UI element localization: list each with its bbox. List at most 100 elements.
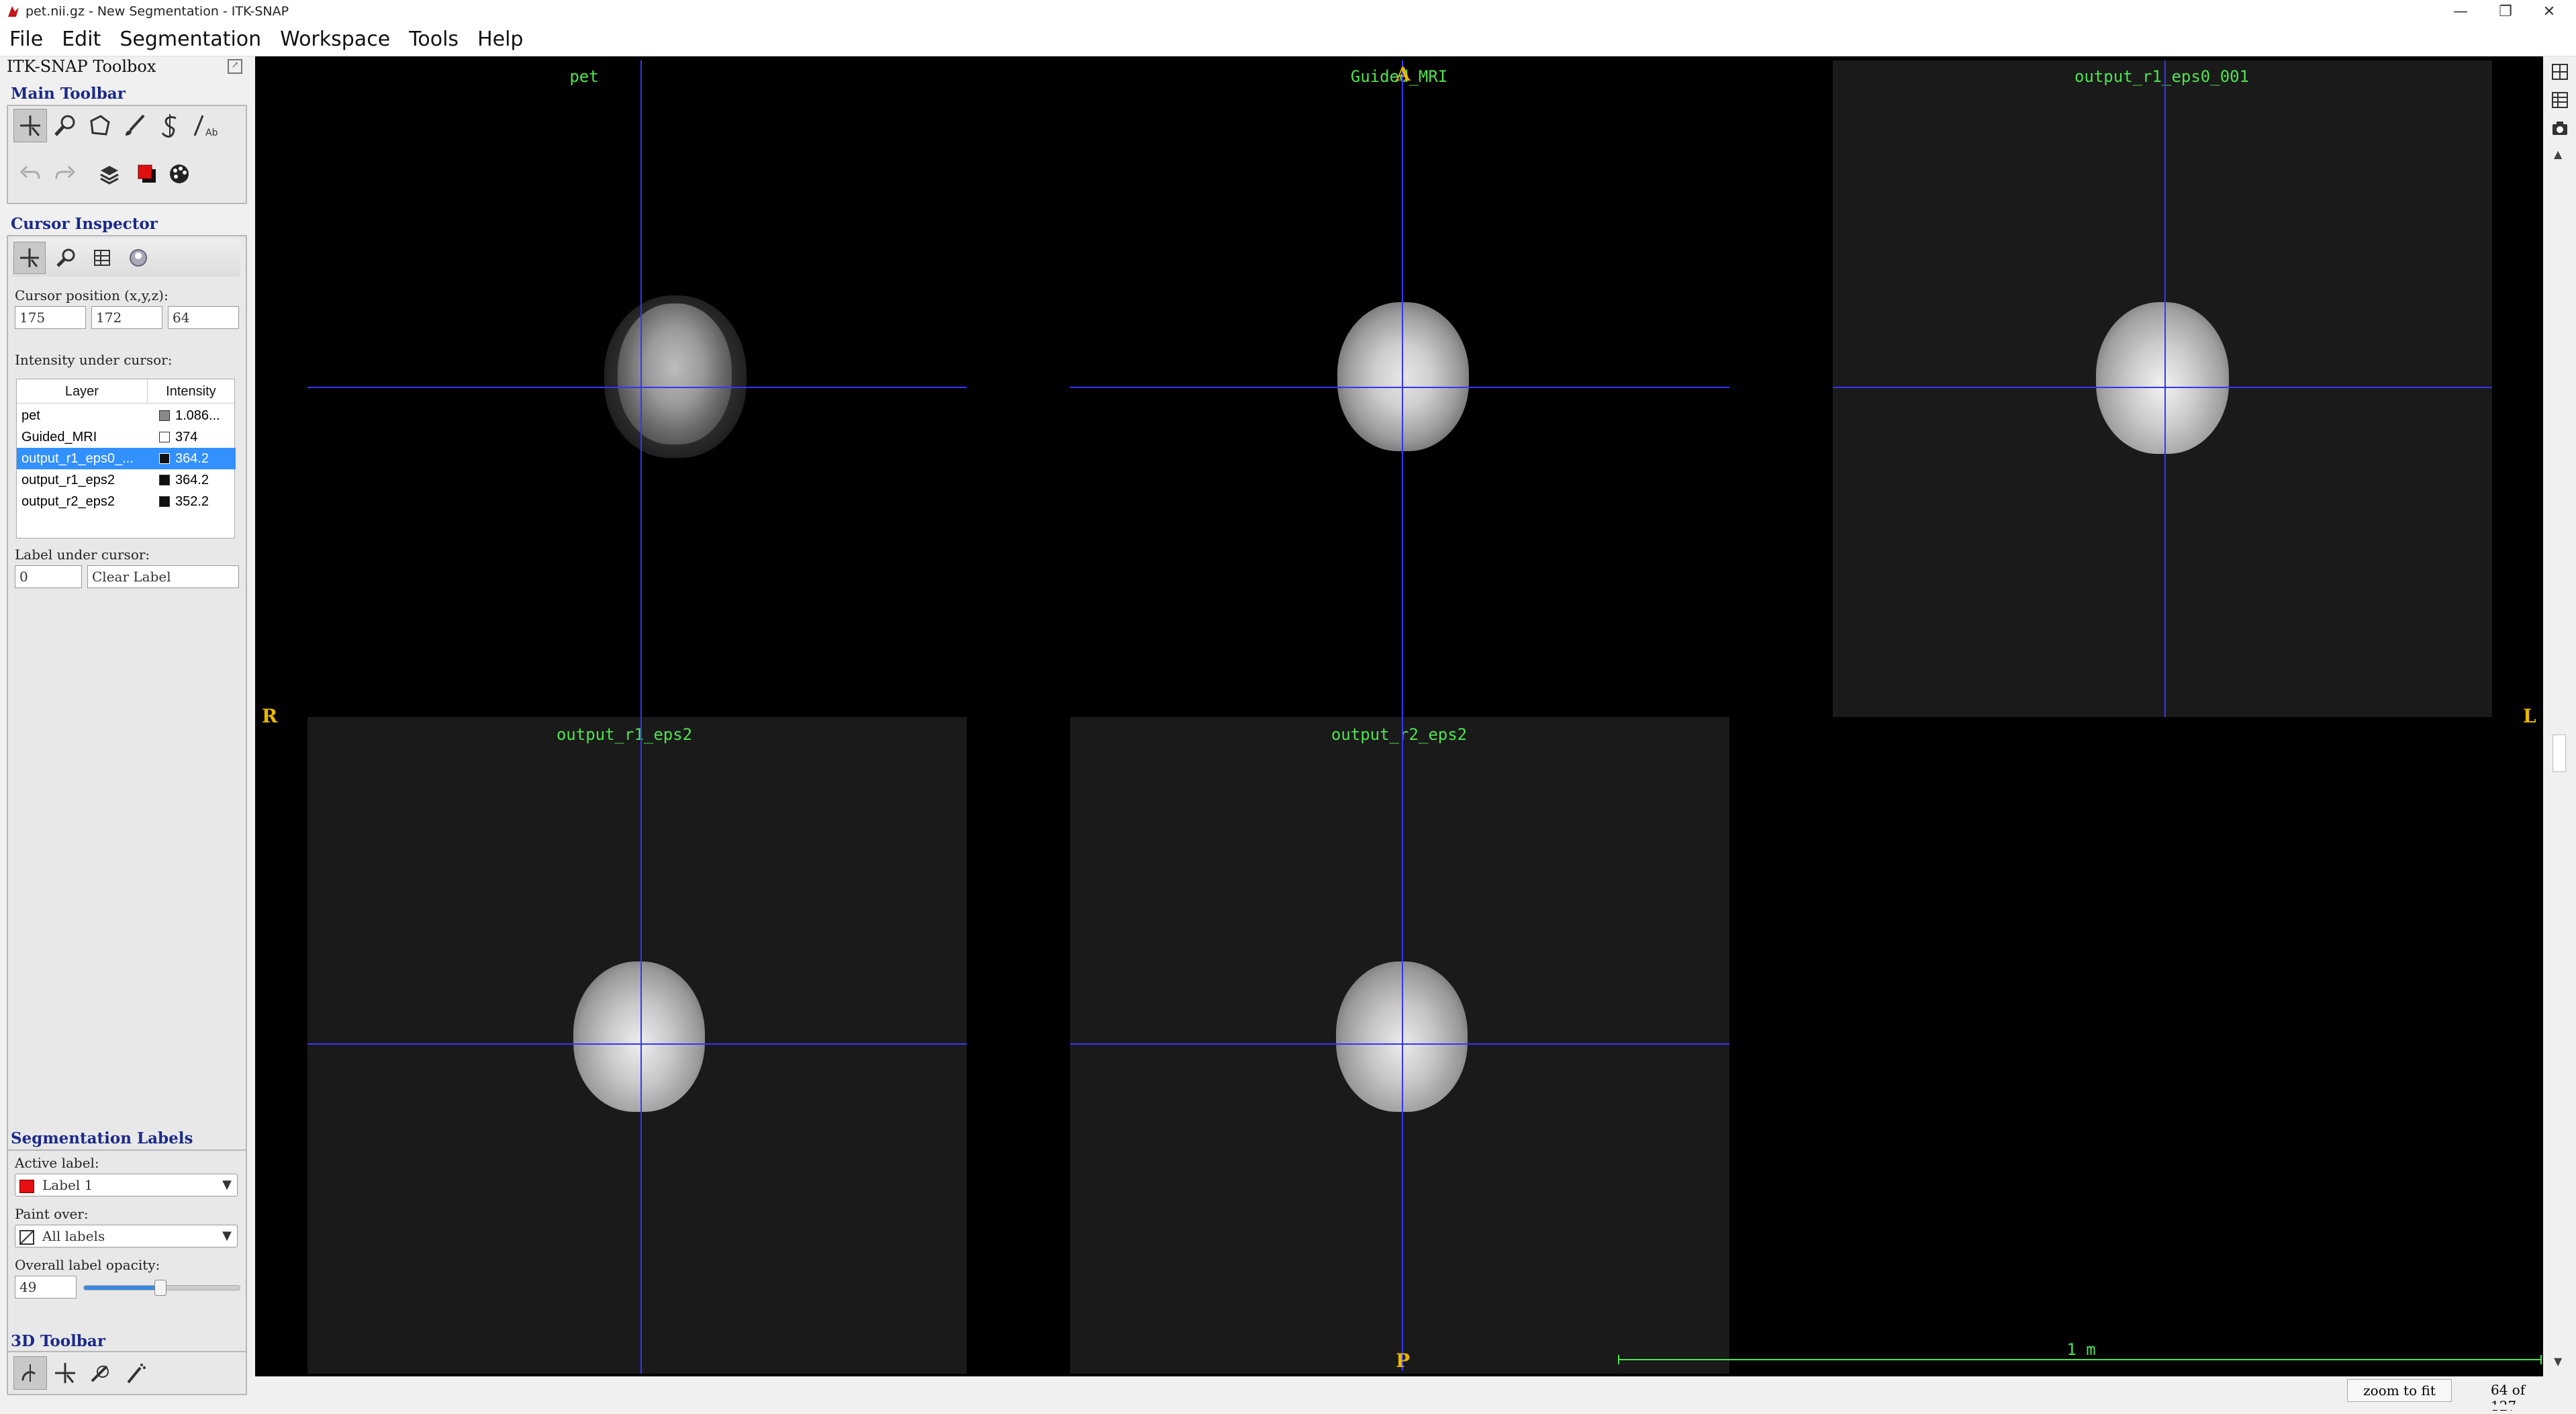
layers-button[interactable] — [93, 157, 126, 191]
camera-icon — [2553, 122, 2567, 135]
zoom-tool-button[interactable] — [48, 109, 82, 142]
paint-over-dropdown[interactable]: All labels ▼ — [15, 1225, 238, 1247]
chevron-down-icon: ▼ — [222, 1229, 232, 1243]
crosshair-horizontal — [307, 1043, 967, 1045]
layer-name: Guided_MRI — [21, 429, 97, 444]
crosshair-tool-button[interactable] — [13, 109, 47, 142]
viewport-pet[interactable] — [307, 60, 967, 717]
menu-workspace[interactable]: Workspace — [271, 23, 399, 56]
scalpel-3d-button[interactable] — [83, 1356, 117, 1390]
viewport-output-r2-eps2[interactable] — [1070, 717, 1729, 1374]
opacity-spinbox[interactable]: 49 — [15, 1276, 77, 1299]
menu-help[interactable]: Help — [468, 23, 532, 56]
toolbar-3d — [7, 1351, 247, 1395]
chevron-down-icon: ▼ — [222, 1178, 232, 1192]
menu-tools[interactable]: Tools — [399, 23, 468, 56]
crosshair-3d-button[interactable] — [48, 1356, 82, 1390]
dock-toggle-button[interactable]: ↗ — [228, 59, 242, 74]
orientation-right: R — [262, 705, 278, 727]
opacity-slider-thumb[interactable] — [154, 1280, 166, 1296]
cursor-position-label: Cursor position (x,y,z): — [15, 287, 169, 303]
scale-bar-tick — [1618, 1355, 1619, 1364]
undo-icon — [19, 165, 40, 179]
layer-name: output_r1_eps2 — [21, 472, 115, 487]
redo-icon — [55, 165, 76, 179]
table-row[interactable]: pet 1.086... — [17, 405, 236, 426]
viewport-output-r1-eps2[interactable] — [307, 717, 967, 1374]
toolbox-title: ITK-SNAP Toolbox — [7, 57, 156, 76]
tab-sync[interactable] — [122, 242, 154, 274]
rotate-3d-button[interactable] — [13, 1356, 47, 1390]
label-color-button[interactable] — [130, 157, 164, 191]
view-label: output_r2_eps2 — [1331, 725, 1468, 744]
layer-intensity: 374 — [175, 429, 198, 444]
menu-bar: File Edit Segmentation Workspace Tools H… — [0, 23, 2576, 56]
label-id-field: 0 — [15, 565, 82, 588]
crosshair-horizontal — [1070, 387, 1729, 388]
window-title: pet.nii.gz - New Segmentation - ITK-SNAP — [26, 4, 289, 19]
spray-3d-button[interactable] — [118, 1356, 152, 1390]
layer-name: output_r1_eps0_... — [21, 451, 134, 466]
annotation-tool-button[interactable]: Ab — [188, 109, 222, 142]
svg-text:Ab: Ab — [205, 128, 218, 138]
right-sidebar: ▲ ▼ — [2543, 56, 2576, 1405]
snake-tool-button[interactable] — [153, 109, 187, 142]
table-row[interactable]: output_r1_eps2 364.2 — [17, 469, 236, 491]
layer-name: output_r2_eps2 — [21, 493, 115, 509]
intensity-column-header: Intensity — [166, 384, 216, 399]
paintbrush-tool-button[interactable] — [118, 109, 152, 142]
slice-views-area[interactable]: pet Guided_MRI output_r1_eps0_001 output… — [255, 56, 2543, 1376]
orientation-anterior: A — [1396, 63, 1411, 85]
opacity-caption: Overall label opacity: — [15, 1257, 160, 1273]
table-row-selected[interactable]: output_r1_eps0_... 364.2 — [17, 448, 236, 469]
viewport-output-r1-eps0-001[interactable] — [1833, 60, 2492, 717]
status-bar: zoom to fit 64 of 127 — [255, 1376, 2543, 1414]
table-layout-button[interactable] — [2551, 91, 2569, 109]
scroll-down-icon[interactable]: ▼ — [2554, 1355, 2562, 1368]
opacity-slider-track[interactable] — [83, 1280, 240, 1296]
crosshair-icon — [20, 115, 40, 136]
segmentation-labels-title: Segmentation Labels — [11, 1129, 193, 1147]
layer-intensity: 364.2 — [175, 451, 209, 466]
crosshair-horizontal — [1833, 387, 2492, 388]
menu-edit[interactable]: Edit — [52, 23, 110, 56]
palette-icon — [170, 164, 189, 183]
cursor-y-field[interactable]: 172 — [91, 306, 162, 329]
layout-button[interactable] — [2551, 63, 2569, 81]
zoom-to-fit-button[interactable]: zoom to fit — [2347, 1379, 2452, 1402]
layer-intensity: 1.086... — [175, 408, 220, 423]
menu-segmentation[interactable]: Segmentation — [110, 23, 271, 56]
scroll-up-icon[interactable]: ▲ — [2554, 148, 2562, 160]
label-color-icon — [138, 164, 156, 183]
zoom-icon — [54, 115, 75, 136]
menu-file[interactable]: File — [0, 23, 52, 56]
sync-icon — [130, 249, 147, 267]
label-name-field: Clear Label — [87, 565, 239, 588]
tab-cursor-inspector[interactable] — [13, 242, 46, 274]
cursor-x-field[interactable]: 175 — [15, 306, 86, 329]
scalpel-icon — [91, 1365, 109, 1382]
tab-display-layout[interactable] — [86, 242, 118, 274]
cursor-z-field[interactable]: 64 — [168, 306, 239, 329]
undo-button[interactable] — [13, 157, 47, 191]
segmentation-labels-panel: Active label: Label 1 ▼ Paint over: All … — [7, 1149, 247, 1363]
close-button[interactable]: ✕ — [2526, 0, 2573, 23]
table-row[interactable]: output_r2_eps2 352.2 — [17, 491, 236, 512]
zoom-icon — [56, 248, 75, 267]
polygon-tool-button[interactable] — [83, 109, 117, 142]
redo-button[interactable] — [48, 157, 82, 191]
active-label-dropdown[interactable]: Label 1 ▼ — [15, 1174, 238, 1196]
viewport-guided-mri[interactable] — [1070, 60, 1729, 717]
active-label-value: Label 1 — [42, 1177, 93, 1193]
label-editor-button[interactable] — [162, 157, 196, 191]
crosshair-vertical — [2164, 60, 2166, 717]
restore-button[interactable]: ❐ — [2482, 0, 2529, 23]
tab-zoom-inspector[interactable] — [50, 242, 82, 274]
minimize-button[interactable]: — — [2437, 0, 2484, 23]
screenshot-button[interactable] — [2551, 120, 2569, 137]
snake-icon — [161, 114, 177, 138]
layer-swatch — [159, 410, 170, 421]
table-row[interactable]: Guided_MRI 374 — [17, 426, 236, 448]
opacity-slider-fill — [84, 1286, 160, 1290]
slice-scrollbar-thumb[interactable] — [2553, 735, 2566, 772]
